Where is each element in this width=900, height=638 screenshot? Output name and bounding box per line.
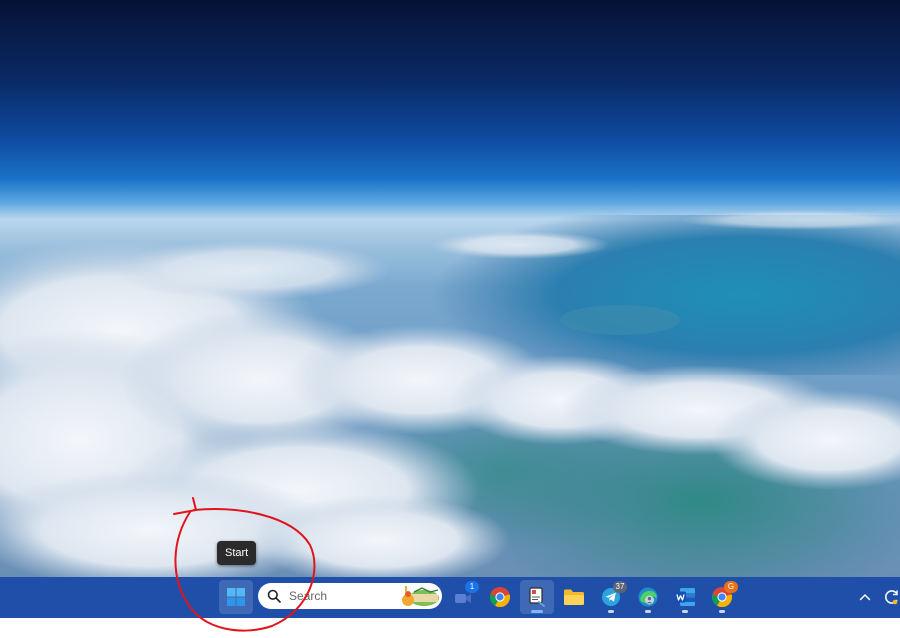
snipping-tool-icon <box>529 587 545 607</box>
start-button[interactable] <box>219 580 253 614</box>
screen-bottom-edge <box>0 618 900 638</box>
meet-badge: 1 <box>465 581 479 593</box>
running-indicator <box>719 610 725 613</box>
tray-sync-button[interactable] <box>882 580 900 614</box>
file-explorer-button[interactable] <box>557 580 591 614</box>
chevron-up-icon <box>859 594 871 601</box>
search-highlight-icon <box>402 586 439 606</box>
start-tooltip: Start <box>217 541 257 565</box>
show-hidden-icons-button[interactable] <box>850 580 880 614</box>
taskbar: 1 <box>0 577 900 618</box>
chrome-icon <box>489 587 511 608</box>
desktop-wallpaper <box>0 0 900 577</box>
running-indicator <box>531 610 543 613</box>
telegram-badge: 37 <box>613 581 627 593</box>
chrome-profile-badge: G <box>724 581 738 593</box>
running-indicator <box>645 610 651 613</box>
telegram-button[interactable]: 37 <box>594 580 628 614</box>
search-box[interactable] <box>258 583 442 609</box>
word-icon <box>675 588 695 606</box>
search-input[interactable] <box>287 588 401 604</box>
snipping-tool-button[interactable] <box>520 580 554 614</box>
folder-icon <box>564 589 584 605</box>
chrome-button[interactable] <box>483 580 517 614</box>
chrome-profile-button[interactable]: G <box>705 580 739 614</box>
edge-profile-icon <box>638 587 658 607</box>
search-icon <box>267 589 281 603</box>
running-indicator <box>682 610 688 613</box>
desktop: Start Search 1 37 G <box>0 0 900 638</box>
meet-button[interactable]: 1 <box>446 580 480 614</box>
word-button[interactable] <box>668 580 702 614</box>
edge-button[interactable] <box>631 580 665 614</box>
windows-logo-icon <box>227 588 245 606</box>
running-indicator <box>608 610 614 613</box>
sync-icon <box>885 590 898 605</box>
